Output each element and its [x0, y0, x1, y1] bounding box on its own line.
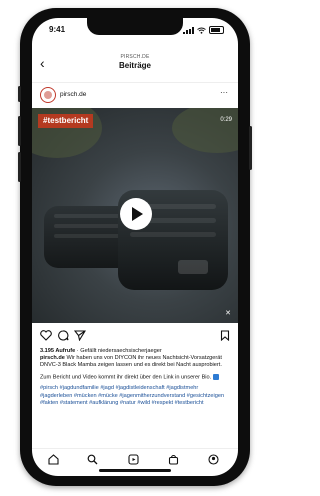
- caption-username[interactable]: pirsch.de: [40, 355, 65, 361]
- heart-icon[interactable]: [40, 330, 52, 341]
- video-player[interactable]: #testbericht 0:29 ✕: [32, 108, 238, 323]
- header: ‹ PIRSCH.DE Beiträge: [32, 46, 238, 80]
- post-username[interactable]: pirsch.de: [60, 91, 86, 98]
- caption-text-2: Zum Bericht und Video kommt ihr direkt ü…: [40, 374, 212, 381]
- phone-screen: 9:41 ‹ PIRSCH.DE Beiträge pirsch.de ··· …: [32, 18, 238, 476]
- bookmark-icon[interactable]: [220, 330, 230, 341]
- home-icon[interactable]: [48, 454, 59, 465]
- arrow-down-emoji-icon: [212, 373, 219, 380]
- mute-icon[interactable]: ✕: [225, 309, 231, 317]
- post-actions: [32, 328, 238, 344]
- liked-by[interactable]: · Gefällt niedersaechsischerjaeger: [77, 348, 162, 354]
- caption-text-2-line: Zum Bericht und Video kommt ihr direkt ü…: [40, 373, 232, 382]
- caption: pirsch.de Wir haben uns von DIYCON ihr n…: [40, 355, 232, 369]
- post-meta: 3.195 Aufrufe · Gefällt niedersaechsisch…: [40, 348, 232, 407]
- status-icons: [183, 26, 224, 34]
- views-count[interactable]: 3.195 Aufrufe: [40, 348, 75, 354]
- notch: [87, 18, 183, 35]
- header-subtitle: PIRSCH.DE: [120, 54, 150, 60]
- video-duration: 0:29: [220, 117, 232, 123]
- shop-icon[interactable]: [168, 454, 179, 465]
- hashtags[interactable]: #pirsch #jagdundfamilie #jagd #jagdistle…: [40, 385, 232, 407]
- home-indicator: [99, 469, 171, 472]
- bottom-nav: [32, 448, 238, 471]
- avatar[interactable]: [40, 87, 56, 103]
- comment-icon[interactable]: [57, 330, 69, 341]
- volume-down-button: [18, 152, 21, 182]
- caption-text: Wir haben uns von DIYCON ihr neues Nacht…: [40, 355, 222, 369]
- status-time: 9:41: [49, 25, 66, 34]
- volume-up-button: [18, 116, 21, 146]
- video-tag: #testbericht: [38, 114, 94, 128]
- battery-icon: [209, 26, 224, 34]
- foliage: [172, 108, 238, 153]
- profile-icon[interactable]: [208, 454, 219, 465]
- search-icon[interactable]: [87, 454, 98, 465]
- status-bar: 9:41: [32, 18, 238, 44]
- phone-frame: 9:41 ‹ PIRSCH.DE Beiträge pirsch.de ··· …: [18, 8, 252, 486]
- page-title: Beiträge: [118, 61, 151, 70]
- play-icon[interactable]: [120, 198, 152, 230]
- signal-icon: [183, 26, 194, 34]
- send-icon[interactable]: [74, 330, 86, 341]
- power-button: [249, 126, 252, 170]
- post-header: pirsch.de ···: [32, 82, 238, 109]
- likes-line: 3.195 Aufrufe · Gefällt niedersaechsisch…: [40, 348, 232, 355]
- more-options-icon[interactable]: ···: [220, 88, 228, 97]
- mute-switch: [18, 86, 21, 102]
- wifi-icon: [197, 27, 206, 34]
- reels-icon[interactable]: [128, 454, 139, 465]
